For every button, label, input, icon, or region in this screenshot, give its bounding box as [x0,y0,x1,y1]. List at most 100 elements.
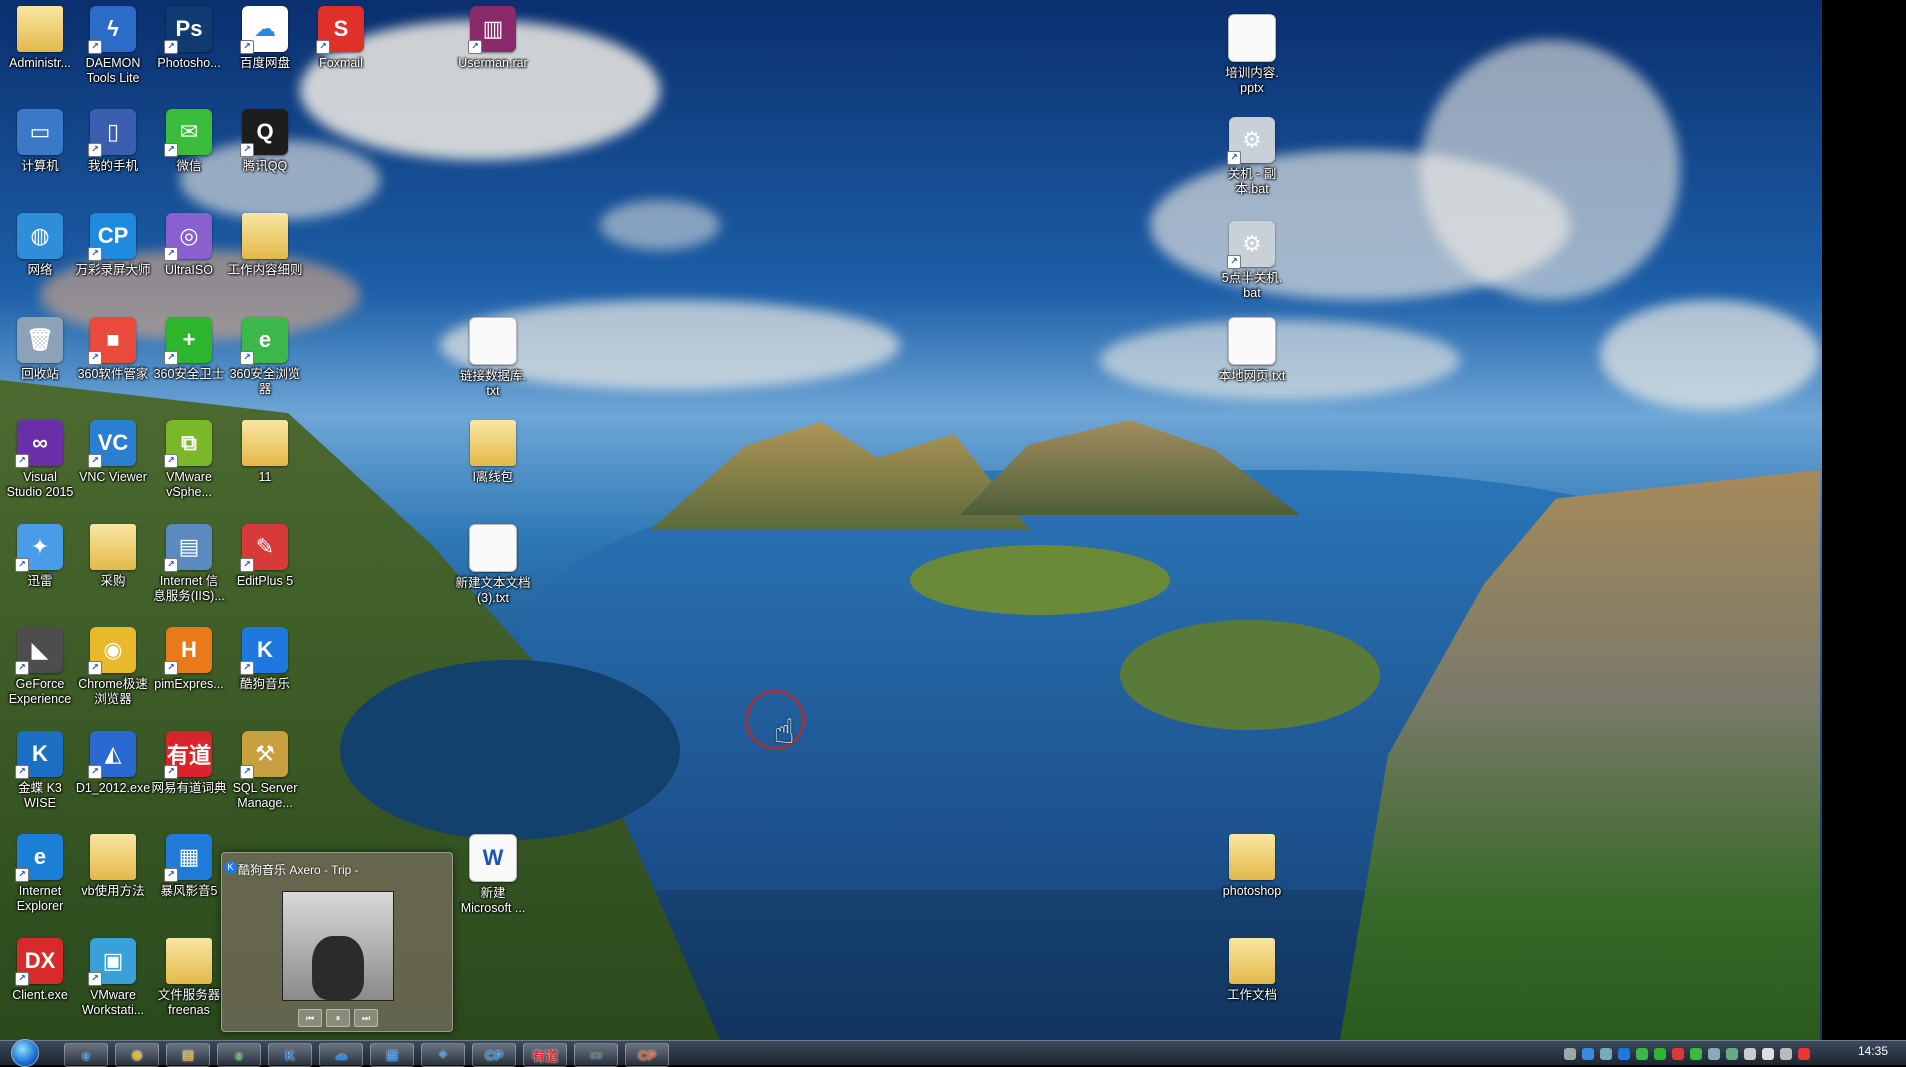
desktop-icon[interactable]: ■ ↗ 360软件管家 [73,317,153,382]
desktop-icon[interactable]: Q ↗ 腾讯QQ [225,109,305,174]
desktop-icon[interactable]: VC ↗ VNC Viewer [73,420,153,485]
desktop-icon[interactable]: ☁ ↗ 百度网盘 [225,6,305,71]
desktop-icon[interactable]: ⚙ ↗ 关机 - 副 本.bat [1212,117,1292,197]
desktop-icon[interactable]: ϟ ↗ DAEMON Tools Lite [73,6,153,86]
desktop-icon[interactable]: W 新建 Microsoft ... [453,834,533,916]
desktop-icon[interactable]: vb使用方法 [73,834,153,899]
tray-360-icon[interactable] [1636,1048,1648,1060]
tray-wechat-icon[interactable] [1690,1048,1702,1060]
desktop-icon[interactable]: ▯ ↗ 我的手机 [73,109,153,174]
tray-network-status-icon[interactable] [1744,1048,1756,1060]
desktop-icon[interactable]: ∞ ↗ Visual Studio 2015 [0,420,80,500]
desktop-icon-image-icon [90,524,136,570]
desktop-icon[interactable]: 11 [225,420,305,485]
desktop-icon[interactable]: l离线包 [453,420,533,485]
desktop-icon-label: photoshop [1222,884,1282,898]
taskbar-button-storm[interactable]: ▦ [370,1043,414,1067]
desktop-icon[interactable]: Ps ↗ Photosho... [149,6,229,71]
desktop-icon[interactable]: ✉ ↗ 微信 [149,109,229,174]
desktop-icon[interactable]: ▣ ↗ VMware Workstati... [73,938,153,1018]
pause-button[interactable]: ⏸ [326,1009,350,1027]
shortcut-arrow-icon: ↗ [1227,151,1241,165]
start-button[interactable] [4,1039,46,1067]
shortcut-arrow-icon: ↗ [88,765,102,779]
desktop-icon[interactable]: Administr... [0,6,80,71]
desktop-icon[interactable]: 本地网页.txt [1212,317,1292,384]
taskbar-button-computer[interactable]: ▭ [574,1043,618,1067]
tray-battery-icon[interactable] [1726,1048,1738,1060]
desktop-icon[interactable]: 采购 [73,524,153,589]
cp-red-icon: CP [637,1047,657,1063]
desktop-icon-image-icon: Ps ↗ [164,6,212,54]
prev-track-button[interactable]: ⏮ [298,1009,322,1027]
desktop-icon[interactable]: 链接数据库. txt [453,317,533,399]
desktop-icon[interactable]: ⚒ ↗ SQL Server Manage... [225,731,305,811]
desktop-icon[interactable]: ✎ ↗ EditPlus 5 [225,524,305,589]
tray-volume-icon[interactable] [1762,1048,1774,1060]
desktop-icon[interactable]: H ↗ pimExpres... [149,627,229,692]
desktop-icon[interactable]: 🗑 回收站 [0,317,80,382]
taskbar-button-chrome[interactable]: ◉ [115,1043,159,1067]
desktop-icon[interactable]: K ↗ 酷狗音乐 [225,627,305,692]
desktop-icon[interactable]: ◭ ↗ D1_2012.exe [73,731,153,796]
taskbar-button-youdao[interactable]: 有道 [523,1043,567,1067]
taskbar-button-xunlei[interactable]: ✦ [421,1043,465,1067]
taskbar-button-360-browser[interactable]: e [217,1043,261,1067]
desktop-icon-label: VNC Viewer [79,470,147,484]
taskbar-button-kugou[interactable]: K [268,1043,312,1067]
desktop-icon[interactable]: ⧉ ↗ VMware vSphe... [149,420,229,500]
desktop-icon[interactable]: 新建文本文档 (3).txt [453,524,533,606]
desktop-icon-label: 工作文档 [1226,988,1277,1002]
tray-network-icon[interactable] [1564,1048,1576,1060]
kugou-music-preview[interactable]: K 酷狗音乐 Axero - Trip - ⏮ ⏸ ⏭ [221,852,453,1032]
tray-360-safe-icon[interactable] [1654,1048,1666,1060]
desktop-icon[interactable]: CP ↗ 万彩录屏大师 [73,213,153,278]
desktop-icon[interactable]: 工作文档 [1212,938,1292,1003]
desktop-icon[interactable]: K ↗ 金蝶 K3 WISE [0,731,80,811]
next-track-button[interactable]: ⏭ [354,1009,378,1027]
tray-app-icon[interactable] [1600,1048,1612,1060]
tray-alert-icon[interactable] [1672,1048,1684,1060]
desktop-icon[interactable]: photoshop [1212,834,1292,899]
taskbar-button-explorer[interactable]: ▤ [166,1043,210,1067]
tray-language-icon[interactable] [1780,1048,1792,1060]
taskbar-button-cp[interactable]: CP [472,1043,516,1067]
desktop-icon-image-icon: + ↗ [164,317,212,365]
desktop-icon[interactable]: ▭ 计算机 [0,109,80,174]
desktop-icon-image-icon: ◍ [17,213,63,259]
windows-orb-icon [11,1039,39,1067]
desktop-icon[interactable]: DX ↗ Client.exe [0,938,80,1003]
desktop-icon[interactable]: S ↗ Foxmail [301,6,381,71]
desktop-icon-image-icon: 有道 ↗ [164,731,212,779]
tray-help-icon[interactable] [1582,1048,1594,1060]
desktop-icon[interactable]: + ↗ 360安全卫士 [149,317,229,382]
desktop-icon[interactable]: ◣ ↗ GeForce Experience [0,627,80,707]
taskbar-button-ie[interactable]: e [64,1043,108,1067]
tray-kugou-icon[interactable] [1618,1048,1630,1060]
desktop-icon[interactable]: 有道 ↗ 网易有道词典 [149,731,229,796]
desktop-icon[interactable]: ▦ ↗ 暴风影音5 [149,834,229,899]
desktop-icon[interactable]: 文件服务器 freenas [149,938,229,1018]
desktop-icon[interactable]: 工作内容细则 [225,213,305,278]
desktop-icon[interactable]: 培训内容. pptx [1212,14,1292,96]
tray-flag-icon[interactable] [1798,1048,1810,1060]
desktop-icon[interactable]: ▥ ↗ Userman.rar [453,6,533,71]
desktop-icon[interactable]: e ↗ 360安全浏览 器 [225,317,305,397]
screen-edge-strip [1822,0,1906,1040]
tray-update-icon[interactable] [1708,1048,1720,1060]
desktop-icon[interactable]: ▤ ↗ Internet 信 息服务(IIS)... [149,524,229,604]
shortcut-arrow-icon: ↗ [15,661,29,675]
taskbar-clock[interactable]: 14:35 [1858,1044,1888,1058]
desktop-icon[interactable]: e ↗ Internet Explorer [0,834,80,914]
desktop-icon[interactable]: ⚙ ↗ 5点半关机. bat [1212,221,1292,301]
taskbar-button-baidu-netdisk[interactable]: ☁ [319,1043,363,1067]
desktop-icon[interactable]: ◉ ↗ Chrome极速 浏览器 [73,627,153,707]
desktop-icon[interactable]: ◎ ↗ UltraISO [149,213,229,278]
desktop-icon[interactable]: ◍ 网络 [0,213,80,278]
desktop-icon[interactable]: ✦ ↗ 迅雷 [0,524,80,589]
taskbar-button-cp-red[interactable]: CP [625,1043,669,1067]
shortcut-arrow-icon: ↗ [15,972,29,986]
desktop-icon-label: 百度网盘 [239,56,290,70]
desktop-icon-label: 11 [258,470,272,484]
shortcut-arrow-icon: ↗ [164,40,178,54]
